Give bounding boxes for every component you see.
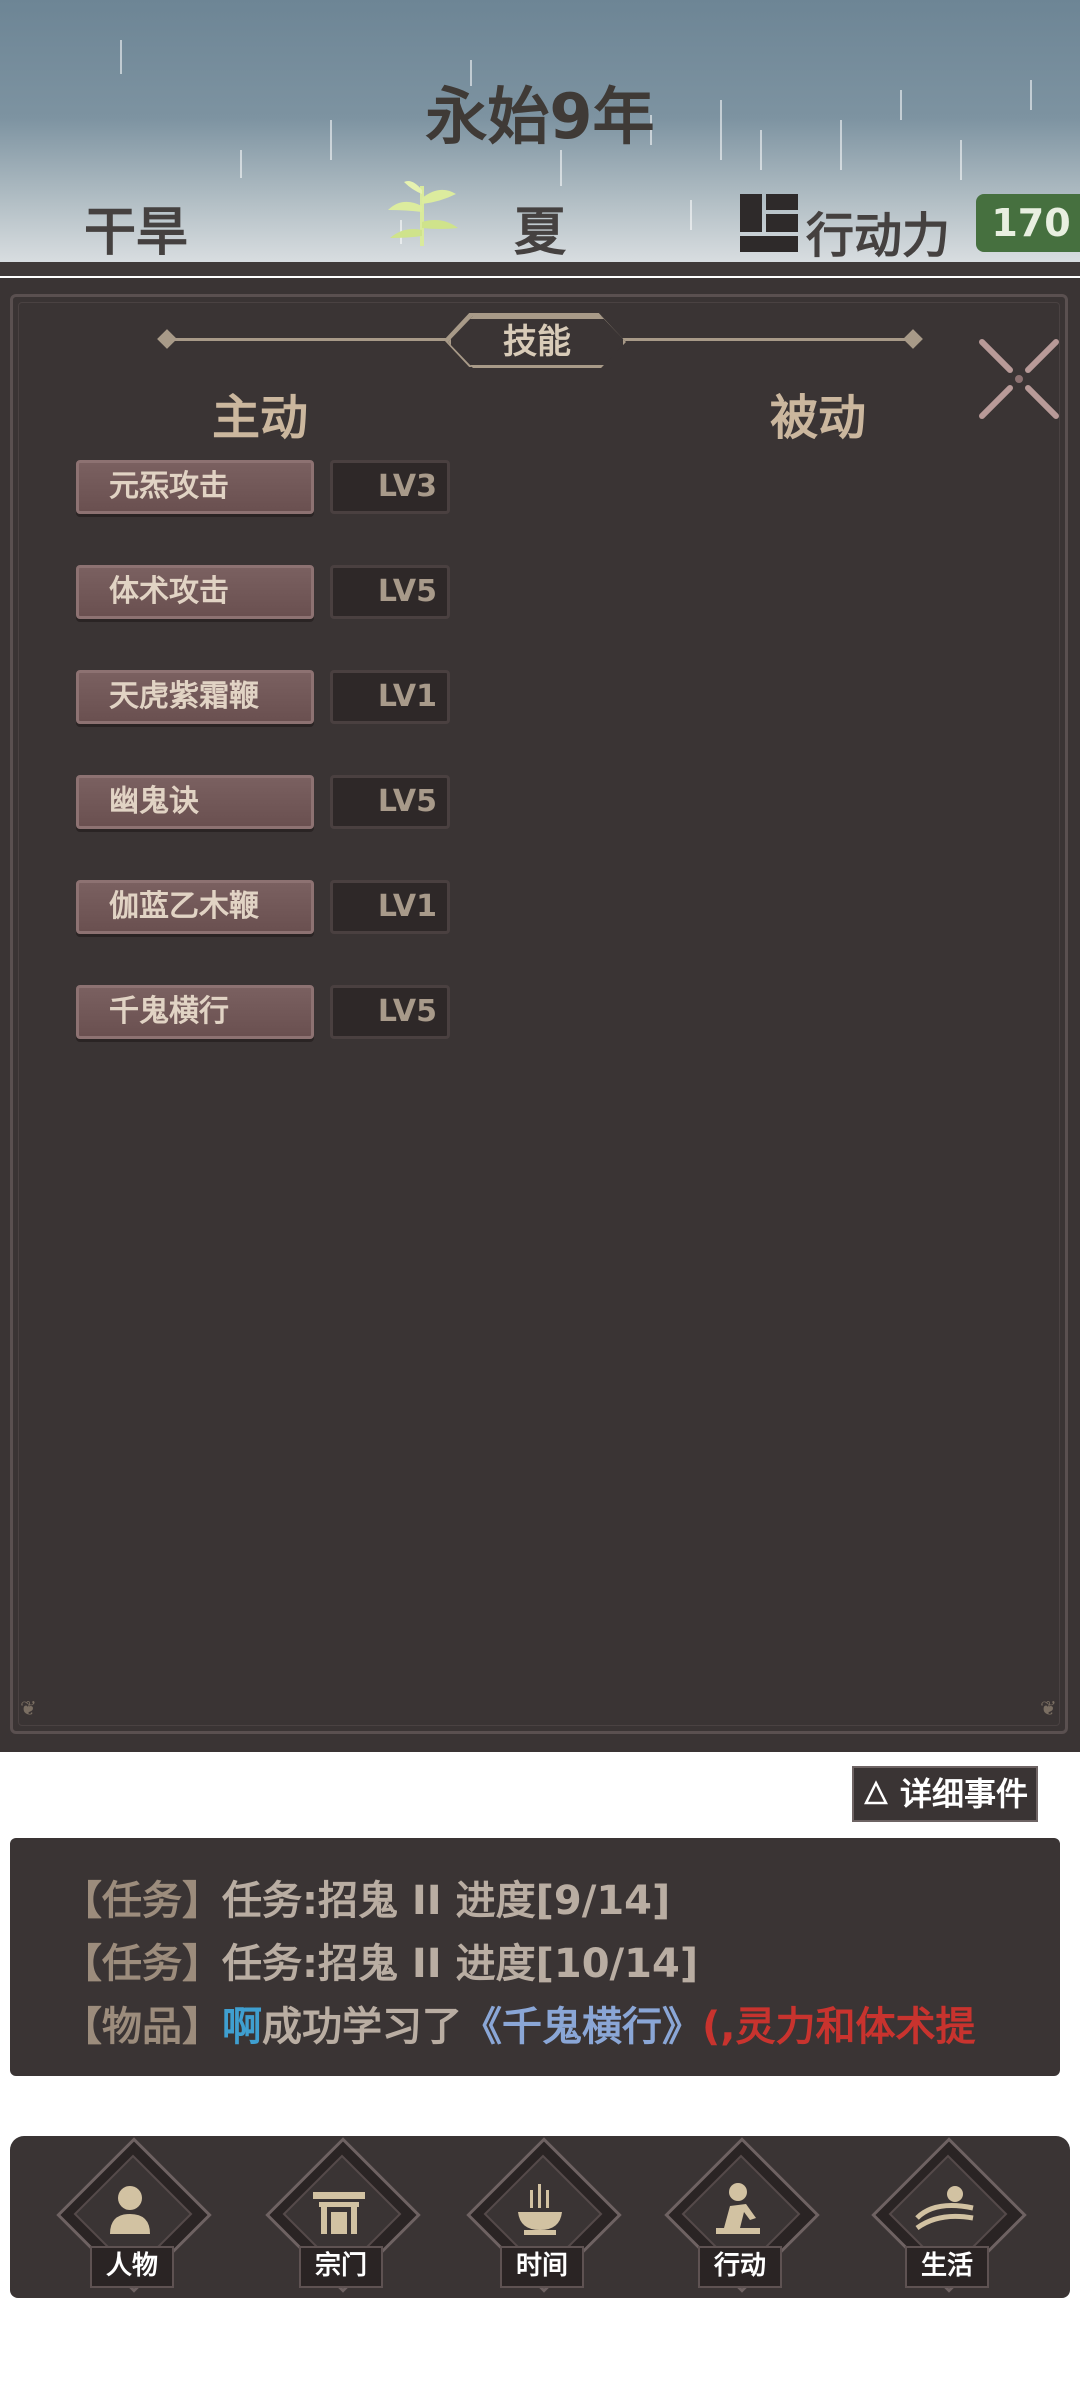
triangle-up-icon bbox=[864, 1780, 888, 1805]
top-status-header: 永始9年 干旱 夏 行动力 170 bbox=[0, 0, 1080, 262]
skill-row[interactable]: 千鬼横行 LV5 bbox=[76, 985, 452, 1039]
skill-row[interactable]: 幽鬼诀 LV5 bbox=[76, 775, 452, 829]
nav-label: 生活 bbox=[905, 2246, 989, 2288]
skill-level: LV1 bbox=[330, 670, 450, 724]
skill-name-button[interactable]: 千鬼横行 bbox=[76, 985, 314, 1039]
event-log: 【任务】任务:招鬼 II 进度[9/14] 【任务】任务:招鬼 II 进度[10… bbox=[10, 1838, 1060, 2076]
detail-events-button[interactable]: 详细事件 bbox=[852, 1766, 1038, 1822]
detail-events-label: 详细事件 bbox=[900, 1775, 1029, 1813]
action-points-icon bbox=[740, 194, 798, 252]
skill-name-button[interactable]: 体术攻击 bbox=[76, 565, 314, 619]
skill-name-button[interactable]: 伽蓝乙木鞭 bbox=[76, 880, 314, 934]
nav-label: 行动 bbox=[698, 2246, 782, 2288]
corner-ornament-icon: ❦ bbox=[1040, 1696, 1057, 1720]
skill-row[interactable]: 元炁攻击 LV3 bbox=[76, 460, 452, 514]
close-icon[interactable] bbox=[976, 336, 1062, 422]
sect-gate-icon bbox=[313, 2192, 365, 2234]
skill-level: LV5 bbox=[330, 985, 450, 1039]
log-book-name: 《千鬼横行》 bbox=[462, 2004, 702, 2050]
panel-title: 技能 bbox=[448, 316, 626, 368]
title-rule-left bbox=[166, 338, 456, 341]
log-character-name: 啊 bbox=[222, 2004, 262, 2050]
skill-level: LV5 bbox=[330, 565, 450, 619]
skill-name-button[interactable]: 天虎紫霜鞭 bbox=[76, 670, 314, 724]
log-tag: 【任务】 bbox=[62, 1878, 222, 1924]
nav-item-life[interactable]: 生活 bbox=[870, 2137, 1027, 2296]
corner-ornament-icon: ❦ bbox=[20, 1696, 37, 1720]
year-title: 永始9年 bbox=[425, 80, 655, 153]
action-points-value: 170 bbox=[976, 194, 1080, 252]
nav-item-action[interactable]: 行动 bbox=[663, 2137, 820, 2296]
nav-item-sect[interactable]: 宗门 bbox=[264, 2137, 421, 2296]
action-points-label: 行动力 bbox=[806, 208, 951, 262]
log-line: 【任务】任务:招鬼 II 进度[9/14] bbox=[62, 1868, 670, 1926]
incense-icon bbox=[518, 2184, 562, 2235]
skill-level: LV3 bbox=[330, 460, 450, 514]
action-icon bbox=[716, 2183, 760, 2234]
weather-label: 干旱 bbox=[84, 203, 189, 262]
active-skills-header: 主动 bbox=[212, 390, 309, 446]
header-divider bbox=[0, 262, 1080, 276]
passive-skills-header: 被动 bbox=[770, 390, 867, 446]
skill-name-button[interactable]: 幽鬼诀 bbox=[76, 775, 314, 829]
skill-level: LV5 bbox=[330, 775, 450, 829]
skill-name-button[interactable]: 元炁攻击 bbox=[76, 460, 314, 514]
title-rule-right bbox=[622, 338, 912, 341]
nav-label: 宗门 bbox=[299, 2246, 383, 2288]
log-line: 【任务】任务:招鬼 II 进度[10/14] bbox=[62, 1931, 698, 1989]
bamboo-leaf-icon bbox=[388, 181, 458, 246]
life-landscape-icon bbox=[915, 2186, 974, 2231]
log-tag: 【物品】 bbox=[62, 2004, 222, 2050]
skill-row[interactable]: 天虎紫霜鞭 LV1 bbox=[76, 670, 452, 724]
log-text: 任务:招鬼 II 进度[10/14] bbox=[222, 1941, 699, 1987]
person-icon bbox=[110, 2186, 150, 2234]
season-label: 夏 bbox=[514, 203, 567, 262]
nav-label: 时间 bbox=[500, 2246, 584, 2288]
log-text: 任务:招鬼 II 进度[9/14] bbox=[222, 1878, 671, 1924]
skill-level: LV1 bbox=[330, 880, 450, 934]
skills-panel: ❦ ❦ 技能 主动 被动 元炁攻击 LV3 体术攻击 LV5 天虎紫霜鞭 LV1… bbox=[0, 278, 1080, 1752]
log-tag: 【任务】 bbox=[62, 1941, 222, 1987]
log-text: 成功学习了 bbox=[262, 2004, 462, 2050]
log-line: 【物品】啊成功学习了《千鬼横行》(,灵力和体术提 bbox=[62, 1994, 975, 2052]
nav-label: 人物 bbox=[90, 2246, 174, 2288]
skill-row[interactable]: 伽蓝乙木鞭 LV1 bbox=[76, 880, 452, 934]
bottom-navigation: 人物 宗门 时间 行动 生活 bbox=[10, 2136, 1070, 2298]
nav-item-time[interactable]: 时间 bbox=[465, 2137, 622, 2296]
skill-row[interactable]: 体术攻击 LV5 bbox=[76, 565, 452, 619]
log-effect-text: (,灵力和体术提 bbox=[702, 2004, 976, 2050]
nav-item-character[interactable]: 人物 bbox=[55, 2137, 212, 2296]
